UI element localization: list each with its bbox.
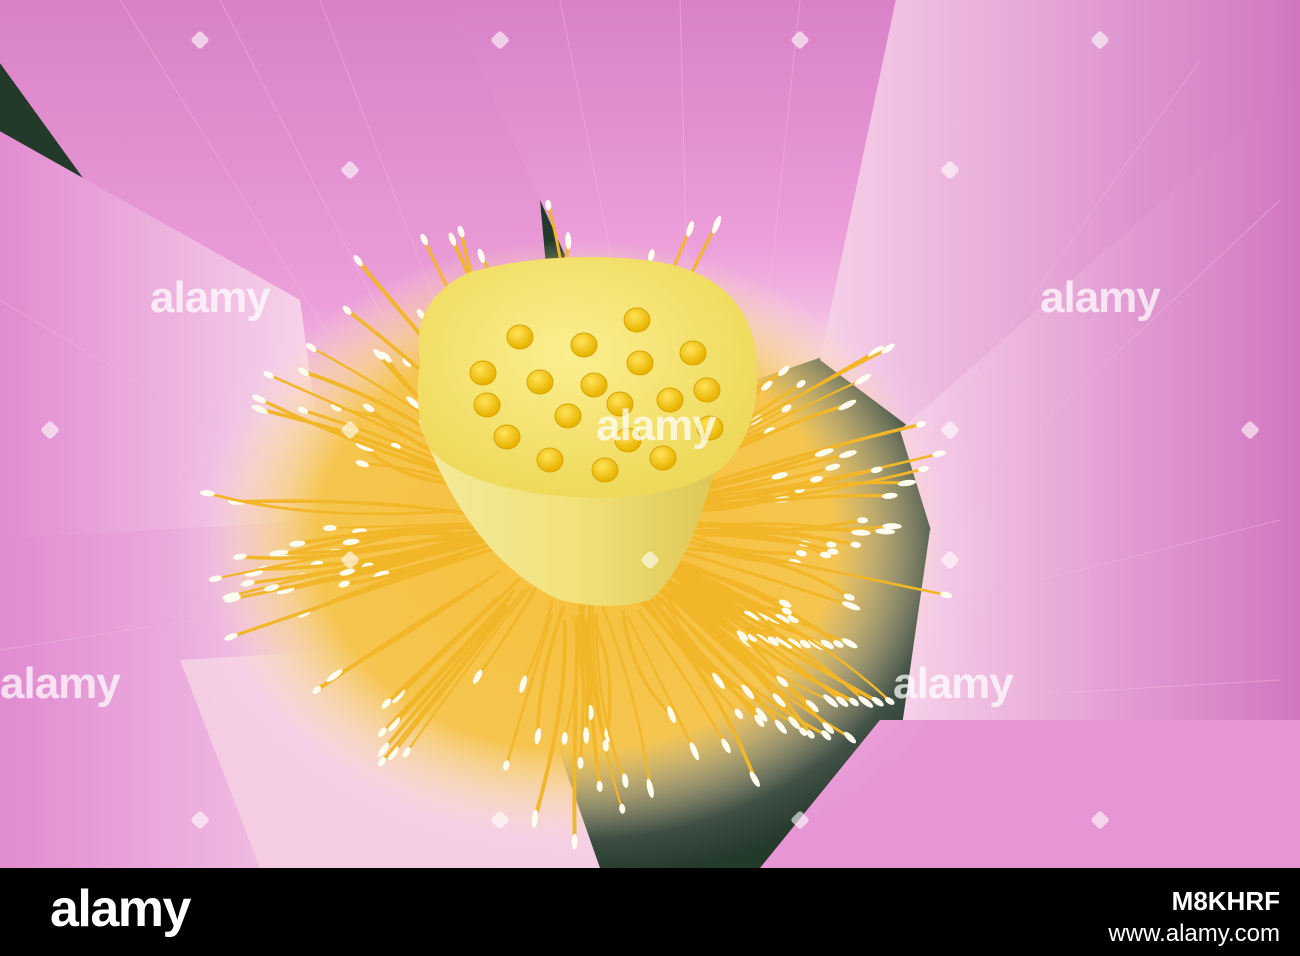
seed: [469, 360, 497, 386]
seed: [580, 372, 608, 398]
seed: [591, 457, 619, 483]
seed: [526, 369, 554, 395]
seed: [493, 424, 521, 450]
stamen-tip: [857, 517, 869, 524]
stamen-tip: [577, 757, 584, 769]
seed: [536, 447, 564, 473]
image-credit: M8KHRF www.alamy.com: [900, 888, 1280, 948]
watermark: alamy: [150, 273, 271, 322]
image-id: M8KHRF: [1171, 886, 1280, 916]
watermark: alamy: [0, 659, 121, 708]
site-url: www.alamy.com: [1108, 920, 1280, 947]
seed: [623, 307, 651, 333]
seed: [626, 350, 654, 376]
seed: [693, 377, 721, 403]
seed: [506, 324, 534, 350]
seed: [679, 340, 707, 366]
seed: [473, 392, 501, 418]
lotus-photo: alamy alamy alamy alamy alamy alamy: [0, 0, 1300, 868]
seed: [554, 403, 582, 429]
seed: [570, 332, 598, 358]
alamy-logo: alamy: [50, 880, 191, 938]
watermark: alamy: [893, 659, 1014, 708]
watermark: alamy: [1040, 273, 1161, 322]
watermark: alamy: [596, 401, 717, 450]
stock-footer-bar: alamy M8KHRF www.alamy.com: [0, 868, 1300, 956]
